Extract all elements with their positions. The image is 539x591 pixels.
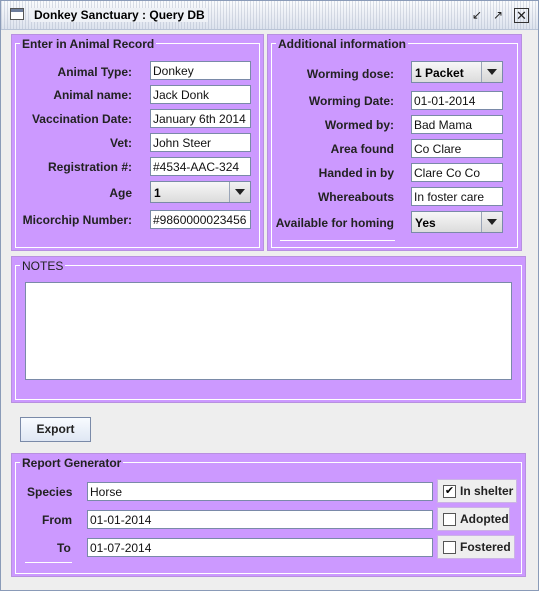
area-found-input[interactable]: Co Clare [411,139,503,158]
wormed-by-input[interactable]: Bad Mama [411,115,503,134]
to-date-input[interactable]: 01-07-2014 [87,538,433,557]
window-title: Donkey Sanctuary : Query DB [31,8,208,22]
vet-label: Vet: [109,136,132,150]
export-button[interactable]: Export [20,417,91,442]
age-select[interactable]: 1 [150,181,251,203]
species-input[interactable]: Horse [87,482,433,501]
close-icon[interactable]: ✕ [514,8,529,23]
age-label: Age [109,186,132,200]
animal-name-label: Animal name: [53,88,132,102]
adopted-label: Adopted [460,512,509,526]
worming-dose-select[interactable]: 1 Packet [411,61,503,83]
window-icon [10,8,24,20]
handed-in-label: Handed in by [318,166,394,180]
app-window: Donkey Sanctuary : Query DB ↙ ↗ ✕ Enter … [0,0,539,591]
worming-date-label: Worming Date: [308,94,394,108]
microchip-input[interactable]: #9860000023456 [150,210,251,229]
adopted-checkbox[interactable]: Adopted [437,507,510,531]
notes-title: NOTES [20,259,66,273]
whereabouts-input[interactable]: In foster care [411,187,503,206]
divider [25,562,72,563]
notes-textarea[interactable] [25,282,512,380]
registration-input[interactable]: #4534-AAC-324 [150,157,251,176]
microchip-label: Micorchip Number: [22,213,132,227]
chevron-down-icon[interactable] [481,62,502,82]
additional-info-title: Additional information [276,37,408,51]
animal-name-input[interactable]: Jack Donk [150,85,251,104]
handed-in-input[interactable]: Clare Co Co [411,163,503,182]
registration-label: Registration #: [47,160,132,174]
maximize-icon[interactable]: ↗ [490,7,506,23]
notes-panel: NOTES [11,256,526,403]
species-label: Species [27,485,73,499]
vet-input[interactable]: John Steer [150,133,251,152]
adopted-checkbox-box[interactable] [443,513,456,526]
worming-date-input[interactable]: 01-01-2014 [411,91,503,110]
in-shelter-label: In shelter [460,484,514,498]
vaccination-date-input[interactable]: January 6th 2014 [150,109,251,128]
homing-select[interactable]: Yes [411,211,503,233]
vaccination-date-label: Vaccination Date: [31,112,132,126]
minimize-icon[interactable]: ↙ [469,7,485,23]
chevron-down-icon[interactable] [481,212,502,232]
fostered-checkbox[interactable]: Fostered [437,535,515,559]
homing-label: Available for homing [275,216,394,230]
animal-type-input[interactable]: Donkey [150,61,251,80]
worming-dose-value: 1 Packet [415,66,464,80]
from-label: From [42,513,72,527]
report-generator-panel: Report Generator Species Horse From 01-0… [11,453,526,577]
age-select-value: 1 [154,186,161,200]
animal-record-title: Enter in Animal Record [20,37,157,51]
report-generator-title: Report Generator [20,456,124,470]
in-shelter-checkbox[interactable]: ✔ In shelter [437,479,517,503]
homing-select-value: Yes [415,216,436,230]
chevron-down-icon[interactable] [229,182,250,202]
checkmark-icon[interactable]: ✔ [443,485,456,498]
fostered-label: Fostered [460,540,511,554]
wormed-by-label: Wormed by: [324,118,394,132]
area-found-label: Area found [330,142,394,156]
from-date-input[interactable]: 01-01-2014 [87,510,433,529]
additional-info-panel: Additional information Worming dose: 1 P… [267,34,522,251]
animal-record-panel: Enter in Animal Record Animal Type: Donk… [11,34,264,251]
divider [280,240,395,241]
whereabouts-label: Whereabouts [317,190,394,204]
worming-dose-label: Worming dose: [306,67,394,81]
animal-type-label: Animal Type: [57,65,132,79]
fostered-checkbox-box[interactable] [443,541,456,554]
title-bar[interactable]: Donkey Sanctuary : Query DB ↙ ↗ ✕ [1,1,538,30]
to-label: To [57,541,71,555]
